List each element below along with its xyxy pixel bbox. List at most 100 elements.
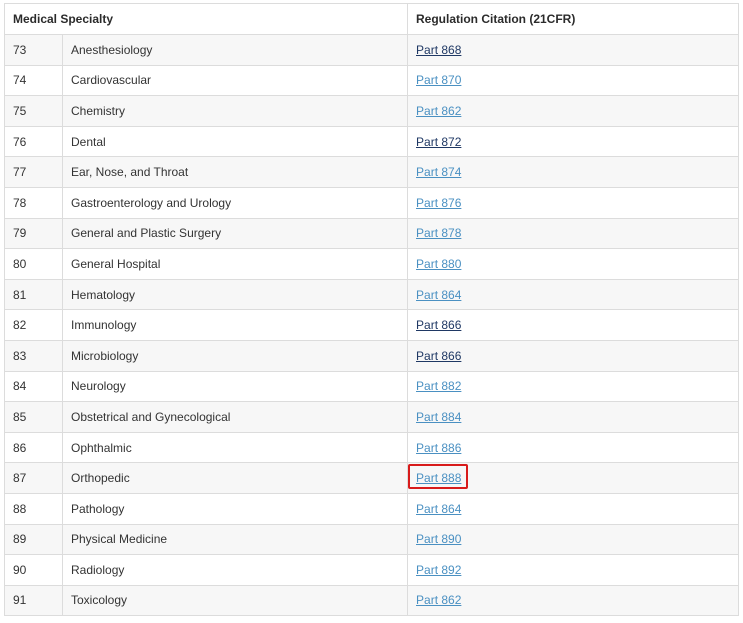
page: Medical Specialty Regulation Citation (2… — [0, 0, 743, 623]
product-code-number: 82 — [4, 309, 63, 341]
table-row: 76 Dental Part 872 — [4, 125, 740, 158]
specialty-name: Gastroenterology and Urology — [61, 186, 409, 219]
citation-cell: Part 870 — [407, 64, 740, 97]
citation-cell: Part 886 — [407, 431, 740, 464]
citation-cell: Part 878 — [407, 217, 740, 250]
table-row: 78 Gastroenterology and Urology Part 876 — [4, 186, 740, 219]
citation-link[interactable]: Part 864 — [416, 288, 461, 302]
table-row: 74 Cardiovascular Part 870 — [4, 64, 740, 97]
table-row: 91 Toxicology Part 862 — [4, 584, 740, 617]
citation-link[interactable]: Part 874 — [416, 165, 461, 179]
citation-link[interactable]: Part 882 — [416, 379, 461, 393]
citation-cell: Part 876 — [407, 186, 740, 219]
specialty-name: Pathology — [61, 492, 409, 525]
citation-cell: Part 866 — [407, 339, 740, 372]
product-code-number: 91 — [4, 584, 63, 617]
specialty-name: Dental — [61, 125, 409, 158]
product-code-number: 90 — [4, 554, 63, 586]
citation-cell: Part 864 — [407, 278, 740, 311]
citation-cell: Part 864 — [407, 492, 740, 525]
table-row: 86 Ophthalmic Part 886 — [4, 431, 740, 464]
specialty-name: Cardiovascular — [61, 64, 409, 97]
citation-link[interactable]: Part 870 — [416, 73, 461, 87]
citation-cell: Part 884 — [407, 401, 740, 433]
specialty-name: Microbiology — [61, 339, 409, 372]
specialty-name: General Hospital — [61, 248, 409, 280]
table-row: 75 Chemistry Part 862 — [4, 95, 740, 127]
citation-link[interactable]: Part 866 — [416, 318, 461, 332]
citation-link[interactable]: Part 892 — [416, 563, 461, 577]
citation-cell: Part 874 — [407, 156, 740, 188]
specialty-name: Orthopedic — [61, 462, 409, 494]
citation-link[interactable]: Part 878 — [416, 226, 461, 240]
table-row: 82 Immunology Part 866 — [4, 309, 740, 341]
product-code-number: 73 — [4, 34, 63, 66]
product-code-number: 80 — [4, 248, 63, 280]
citation-link[interactable]: Part 872 — [416, 135, 461, 149]
specialty-name: Chemistry — [61, 95, 409, 127]
specialty-name: Ear, Nose, and Throat — [61, 156, 409, 188]
table-row: 79 General and Plastic Surgery Part 878 — [4, 217, 740, 250]
citation-link[interactable]: Part 886 — [416, 441, 461, 455]
product-code-number: 88 — [4, 492, 63, 525]
table-row: 89 Physical Medicine Part 890 — [4, 523, 740, 556]
product-code-number: 89 — [4, 523, 63, 556]
citation-link[interactable]: Part 868 — [416, 43, 461, 57]
citation-link[interactable]: Part 862 — [416, 104, 461, 118]
specialty-name: General and Plastic Surgery — [61, 217, 409, 250]
citation-cell: Part 872 — [407, 125, 740, 158]
table-row: 83 Microbiology Part 866 — [4, 339, 740, 372]
citation-cell: Part 890 — [407, 523, 740, 556]
product-code-number: 79 — [4, 217, 63, 250]
table-body: 73 Anesthesiology Part 868 74 Cardiovascular… — [4, 34, 740, 617]
table-row: 85 Obstetrical and Gynecological Part 884 — [4, 401, 740, 433]
product-code-number: 75 — [4, 95, 63, 127]
product-code-number: 77 — [4, 156, 63, 188]
product-code-number: 76 — [4, 125, 63, 158]
product-code-number: 78 — [4, 186, 63, 219]
citation-link[interactable]: Part 880 — [416, 257, 461, 271]
product-code-number: 84 — [4, 370, 63, 403]
table-row: 88 Pathology Part 864 — [4, 492, 740, 525]
citation-link[interactable]: Part 864 — [416, 502, 461, 516]
product-code-number: 81 — [4, 278, 63, 311]
specialty-name: Neurology — [61, 370, 409, 403]
product-code-number: 74 — [4, 64, 63, 97]
citation-link[interactable]: Part 866 — [416, 349, 461, 363]
table-row: 81 Hematology Part 864 — [4, 278, 740, 311]
citation-cell: Part 888 — [407, 462, 740, 494]
table-row: 73 Anesthesiology Part 868 — [4, 34, 740, 66]
citation-cell: Part 866 — [407, 309, 740, 341]
citation-cell: Part 862 — [407, 95, 740, 127]
table-row: 90 Radiology Part 892 — [4, 554, 740, 586]
citation-cell: Part 892 — [407, 554, 740, 586]
table-row: 80 General Hospital Part 880 — [4, 248, 740, 280]
specialty-name: Hematology — [61, 278, 409, 311]
product-code-number: 85 — [4, 401, 63, 433]
citation-link[interactable]: Part 884 — [416, 410, 461, 424]
specialty-name: Obstetrical and Gynecological — [61, 401, 409, 433]
citation-cell: Part 862 — [407, 584, 740, 617]
specialty-name: Radiology — [61, 554, 409, 586]
citation-link[interactable]: Part 862 — [416, 593, 461, 607]
header-medical-specialty: Medical Specialty — [3, 3, 409, 35]
citation-link[interactable]: Part 888 — [416, 471, 461, 485]
table-row: 84 Neurology Part 882 — [4, 370, 740, 403]
citation-cell: Part 880 — [407, 248, 740, 280]
product-code-number: 83 — [4, 339, 63, 372]
header-row: Medical Specialty Regulation Citation (2… — [3, 3, 740, 35]
specialty-name: Ophthalmic — [61, 431, 409, 464]
product-code-number: 87 — [4, 462, 63, 494]
specialty-name: Anesthesiology — [61, 34, 409, 66]
product-code-number: 86 — [4, 431, 63, 464]
citation-link[interactable]: Part 876 — [416, 196, 461, 210]
specialty-name: Immunology — [61, 309, 409, 341]
specialty-name: Toxicology — [61, 584, 409, 617]
citation-cell: Part 868 — [407, 34, 740, 66]
specialty-name: Physical Medicine — [61, 523, 409, 556]
table-row: 77 Ear, Nose, and Throat Part 874 — [4, 156, 740, 188]
table-row: 87 Orthopedic Part 888 — [4, 462, 740, 494]
citation-link[interactable]: Part 890 — [416, 532, 461, 546]
citation-cell: Part 882 — [407, 370, 740, 403]
medical-specialty-table: Medical Specialty Regulation Citation (2… — [3, 3, 740, 617]
